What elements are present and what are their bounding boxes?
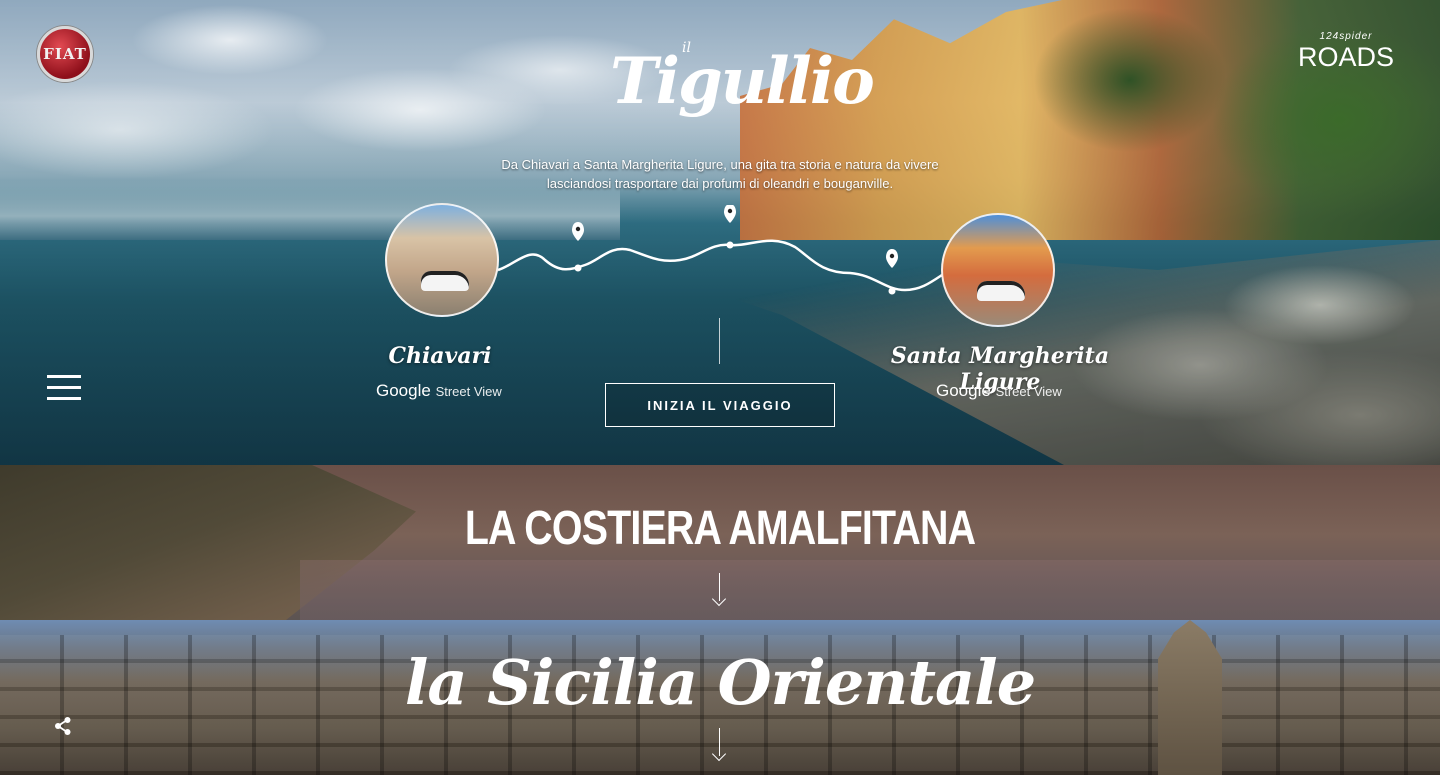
title-main: Tigullio [610,44,875,119]
map-pin-icon [886,249,898,295]
page-title: il Tigullio [610,30,875,150]
start-place-label: Chiavari [388,343,492,369]
divider-line [719,318,720,364]
car-image [421,271,469,291]
roads-logo-top: 124spider [1319,31,1373,42]
map-pin-icon [572,222,584,272]
route-title-amalfi: LA COSTIERA AMALFITANA [464,502,976,555]
arrow-down-icon[interactable] [711,728,728,762]
start-journey-button[interactable]: INIZIA IL VIAGGIO [605,383,835,427]
roads-logo-main: ROADS [1297,42,1395,72]
streetview-label: Street View [435,384,502,399]
route-map [497,205,943,295]
chiavari-streetview-thumbnail[interactable] [385,203,499,317]
hamburger-menu-icon[interactable] [47,375,81,401]
124-spider-roads-logo[interactable]: 124spider ROADS [1296,26,1396,78]
share-icon[interactable] [54,716,72,736]
santa-margherita-streetview-link[interactable]: Google Street View [936,381,1062,401]
santa-margherita-streetview-thumbnail[interactable] [941,213,1055,327]
route-description: Da Chiavari a Santa Margherita Ligure, u… [440,155,1000,193]
google-logo-text: Google [376,381,431,400]
arrow-down-icon[interactable] [711,573,728,607]
fiat-logo-text: FIAT [43,45,87,63]
chiavari-streetview-link[interactable]: Google Street View [376,381,502,401]
streetview-label: Street View [995,384,1062,399]
map-pin-icon [724,205,736,249]
background-sea [300,560,1440,620]
car-image [977,281,1025,301]
description-line-2: lasciandosi trasportare dai profumi di o… [546,176,894,191]
route-card-sicilia[interactable]: la Sicilia Orientale [0,620,1440,775]
fiat-logo[interactable]: FIAT [37,26,93,82]
route-card-amalfi[interactable]: LA COSTIERA AMALFITANA [0,465,1440,620]
google-logo-text: Google [936,381,991,400]
description-line-1: Da Chiavari a Santa Margherita Ligure, u… [501,157,939,172]
route-title-sicilia: la Sicilia Orientale [404,646,1036,719]
hero-section: FIAT 124spider ROADS il Tigullio Da Chia… [0,0,1440,465]
route-line [497,239,943,292]
